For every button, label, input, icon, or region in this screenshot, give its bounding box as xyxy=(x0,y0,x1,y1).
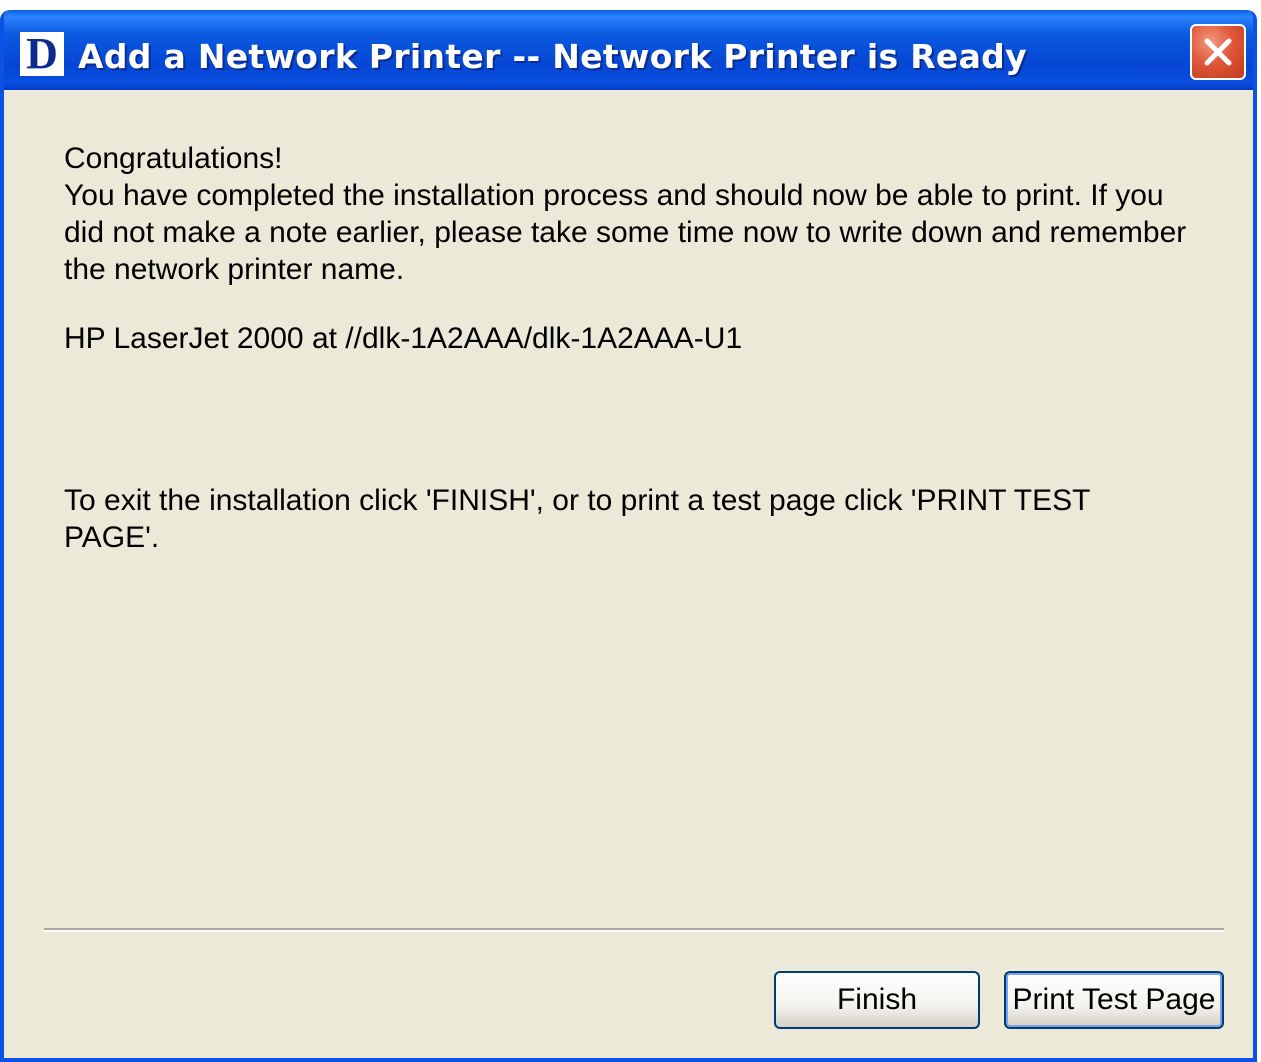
completion-message: You have completed the installation proc… xyxy=(64,179,1187,286)
close-icon xyxy=(1204,38,1232,66)
close-button[interactable] xyxy=(1190,24,1246,80)
window-title: Add a Network Printer -- Network Printer… xyxy=(78,37,1027,76)
exit-instructions: To exit the installation click 'FINISH',… xyxy=(64,484,1090,554)
finish-button[interactable]: Finish xyxy=(774,971,980,1029)
dialog-window: D Add a Network Printer -- Network Print… xyxy=(0,10,1257,1062)
print-test-page-button[interactable]: Print Test Page xyxy=(1004,971,1224,1029)
printer-name-text: HP LaserJet 2000 at //dlk-1A2AAA/dlk-1A2… xyxy=(64,322,743,355)
dlink-logo-icon: D xyxy=(20,32,64,76)
title-bar[interactable]: D Add a Network Printer -- Network Print… xyxy=(4,10,1253,90)
separator xyxy=(44,928,1224,932)
congratulations-heading: Congratulations! xyxy=(64,142,283,175)
message-block: Congratulations! You have completed the … xyxy=(64,140,1204,288)
